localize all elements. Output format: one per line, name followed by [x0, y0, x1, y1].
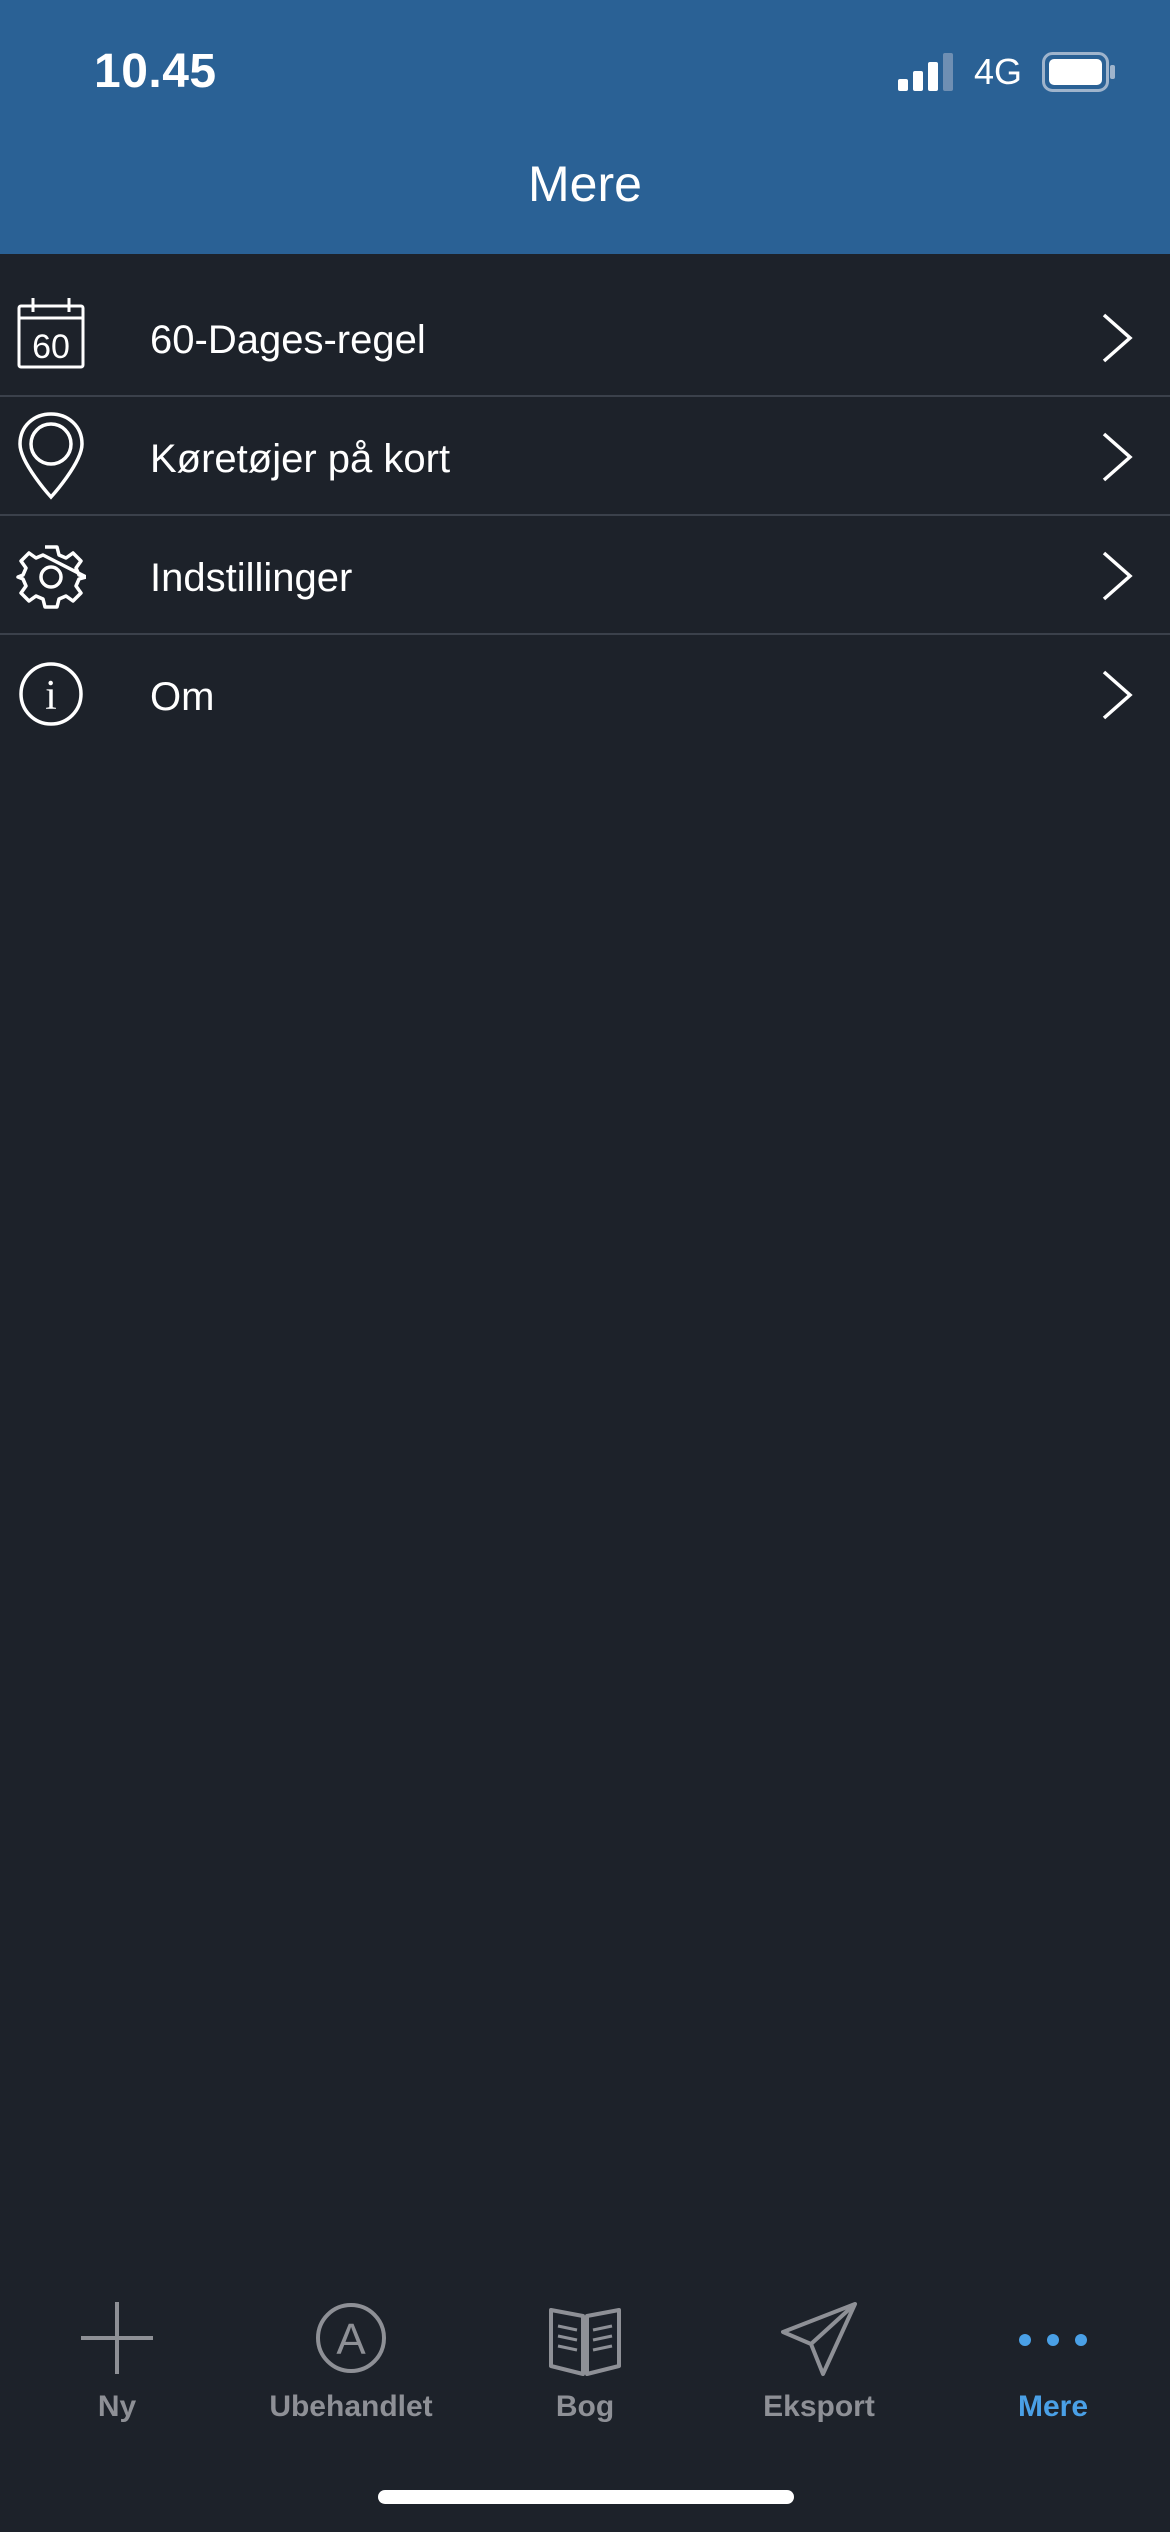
menu-item-koretojer-pa-kort[interactable]: Køretøjer på kort [0, 397, 1170, 516]
tab-ny[interactable]: Ny [0, 2268, 234, 2448]
menu-list: 60 60-Dages-regel Køretøjer på kort Inds… [0, 254, 1170, 754]
info-icon: i [16, 657, 86, 731]
tab-label: Ubehandlet [269, 2390, 433, 2423]
circle-a-icon-text: A [336, 2315, 366, 2364]
plus-icon [77, 2298, 157, 2378]
tab-label: Ny [97, 2390, 137, 2423]
menu-item-label: Indstillinger [150, 556, 353, 600]
menu-item-60-dages-regel[interactable]: 60 60-Dages-regel [0, 254, 1170, 397]
status-time: 10.45 [94, 45, 217, 98]
paper-plane-icon [779, 2298, 859, 2378]
chevron-right-icon [1100, 312, 1134, 364]
circle-a-icon: A [311, 2298, 391, 2378]
chevron-right-icon [1100, 669, 1134, 721]
menu-item-om[interactable]: i Om [0, 635, 1170, 754]
tab-label: Mere [1017, 2390, 1089, 2423]
calendar-60-icon: 60 [16, 296, 86, 370]
chevron-right-icon [1100, 431, 1134, 483]
tab-mere[interactable]: Mere [936, 2268, 1170, 2448]
tab-bar: Ny A Ubehandlet Bog Eksport Mere [0, 2268, 1170, 2448]
home-indicator[interactable] [378, 2490, 794, 2504]
map-pin-icon [16, 411, 86, 501]
header: 10.45 4G Mere [0, 0, 1170, 254]
gear-icon [16, 540, 86, 614]
tab-eksport[interactable]: Eksport [702, 2268, 936, 2448]
tab-bog[interactable]: Bog [468, 2268, 702, 2448]
calendar-60-icon-text: 60 [32, 328, 70, 366]
book-icon [545, 2298, 625, 2378]
chevron-right-icon [1100, 550, 1134, 602]
tab-ubehandlet[interactable]: A Ubehandlet [234, 2268, 468, 2448]
status-bar-right: 4G [897, 51, 1116, 92]
network-label: 4G [973, 51, 1022, 92]
tab-label: Bog [555, 2390, 615, 2423]
menu-item-label: Om [150, 675, 215, 719]
menu-item-indstillinger[interactable]: Indstillinger [0, 516, 1170, 635]
menu-item-label: 60-Dages-regel [150, 318, 426, 362]
tab-label: Eksport [763, 2390, 875, 2423]
menu-item-label: Køretøjer på kort [150, 437, 451, 481]
battery-icon [1042, 52, 1115, 92]
page-title: Mere [528, 156, 642, 212]
more-dots-icon [1013, 2298, 1093, 2378]
signal-icon [897, 53, 953, 91]
info-icon-text: i [45, 673, 57, 719]
